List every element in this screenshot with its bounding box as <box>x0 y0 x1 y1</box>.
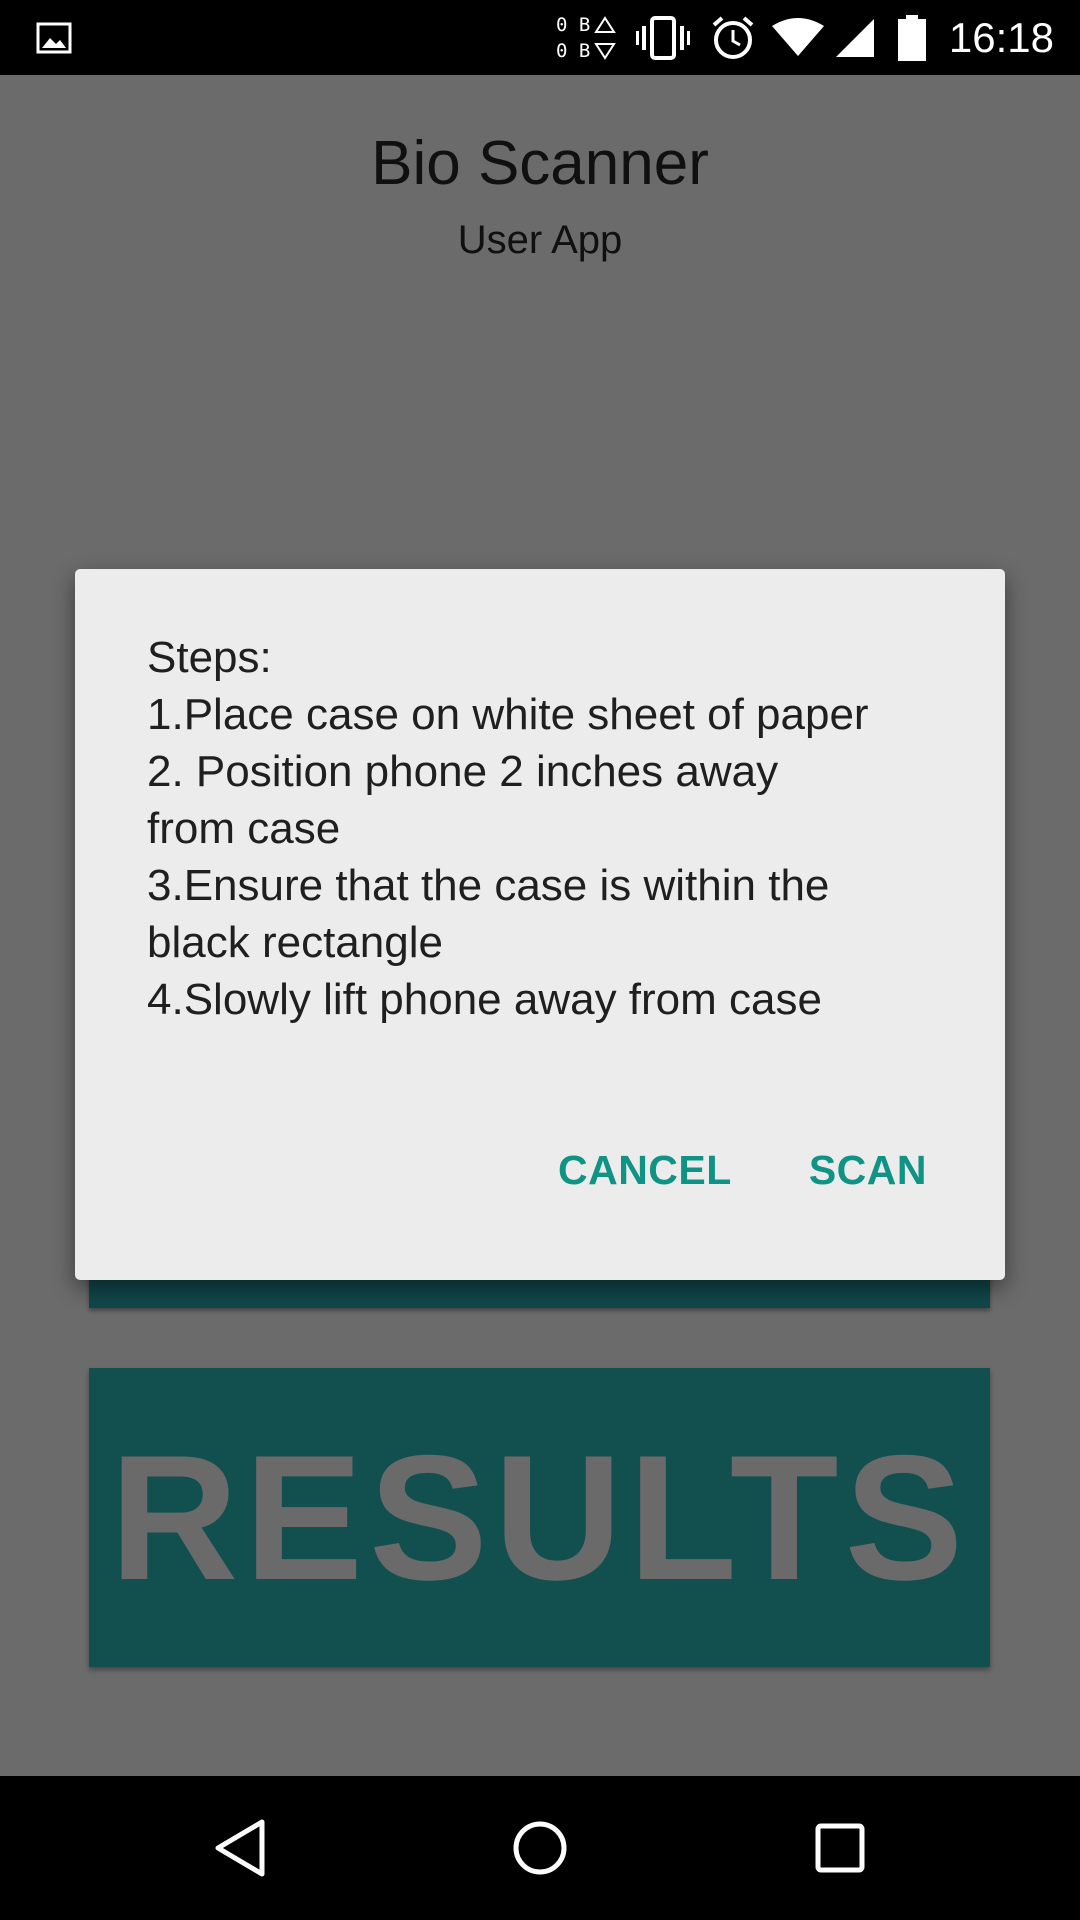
data-up-label: 0 B <box>556 13 591 36</box>
wifi-icon <box>772 0 824 75</box>
vibrate-icon <box>636 0 690 75</box>
data-down-label: 0 B <box>556 39 591 62</box>
steps-dialog: Steps: 1.Place case on white sheet of pa… <box>75 569 1005 1280</box>
cell-signal-icon <box>834 0 876 75</box>
app-subtitle: User App <box>457 218 623 262</box>
home-icon[interactable] <box>470 1776 610 1920</box>
dialog-line: from case <box>147 804 341 853</box>
clock: 16:18 <box>948 13 1054 61</box>
dialog-line: 4.Slowly lift phone away from case <box>147 975 822 1024</box>
battery-icon <box>898 0 926 75</box>
alarm-icon <box>710 0 756 75</box>
dialog-line: Steps: <box>147 633 272 682</box>
status-bar: 0 B 0 B 16:18 <box>0 0 1080 75</box>
recents-icon[interactable] <box>770 1776 910 1920</box>
dialog-line: 3.Ensure that the case is within the <box>147 861 830 910</box>
dialog-actions: CANCEL SCAN <box>558 1147 927 1194</box>
back-icon[interactable] <box>170 1776 310 1920</box>
data-activity-icon: 0 B 0 B <box>556 0 617 75</box>
navigation-bar <box>0 1776 1080 1920</box>
image-icon <box>36 0 72 75</box>
scan-button[interactable]: SCAN <box>809 1147 927 1194</box>
results-label: RESULTS <box>109 1418 970 1617</box>
dialog-line: black rectangle <box>147 918 443 967</box>
app-title: Bio Scanner <box>371 129 709 198</box>
dialog-message: Steps: 1.Place case on white sheet of pa… <box>147 629 947 1028</box>
cancel-button[interactable]: CANCEL <box>558 1147 732 1194</box>
results-button[interactable]: RESULTS <box>89 1368 990 1667</box>
dialog-line: 1.Place case on white sheet of paper <box>147 690 869 739</box>
dialog-line: 2. Position phone 2 inches away <box>147 747 779 796</box>
